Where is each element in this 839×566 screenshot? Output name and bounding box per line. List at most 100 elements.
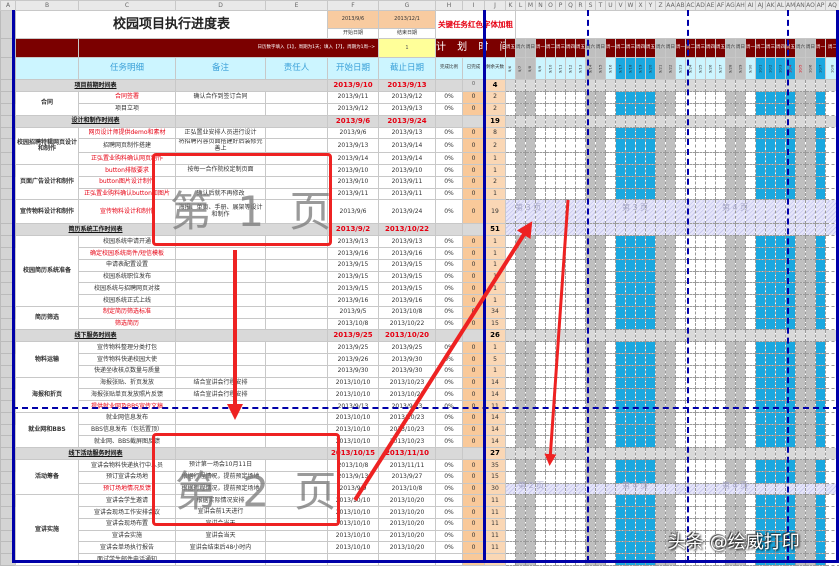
gantt-cell[interactable] [535,282,546,296]
gantt-cell[interactable] [675,506,686,519]
gantt-cell[interactable] [645,341,656,355]
gantt-cell[interactable] [525,138,536,154]
section-done[interactable] [462,329,485,343]
gantt-cell[interactable] [565,459,576,472]
gantt-cell[interactable] [535,91,546,104]
gantt-cell[interactable] [805,341,816,355]
task-done[interactable]: 0 [462,411,485,425]
gantt-cell[interactable] [745,270,756,284]
task-remaining[interactable]: 30 [484,482,506,496]
gantt-cell[interactable] [725,329,736,343]
gantt-cell[interactable] [625,187,636,201]
gantt-cell[interactable] [505,388,516,402]
gantt-cell[interactable] [735,247,746,260]
gantt-cell[interactable] [535,187,546,201]
gantt-cell[interactable] [815,423,826,437]
gantt-cell[interactable] [655,411,666,425]
gantt-cell[interactable] [615,447,626,461]
gantt-cell[interactable] [525,305,536,319]
gantt-cell[interactable] [545,400,556,413]
task-remaining[interactable]: 14 [484,376,506,390]
gantt-cell[interactable] [775,459,786,472]
gantt-cell[interactable] [735,138,746,154]
section-start[interactable]: 2013/9/10 [327,79,379,92]
task-note[interactable] [175,553,266,566]
gantt-cell[interactable] [705,541,716,555]
gantt-cell[interactable] [625,235,636,249]
gantt-cell[interactable] [805,114,816,128]
gantt-cell[interactable] [755,187,766,201]
gantt-cell[interactable] [505,247,516,260]
gantt-cell[interactable] [795,364,806,378]
task-percent[interactable]: 0% [435,199,463,225]
gantt-cell[interactable] [505,294,516,307]
task-owner[interactable] [265,164,328,177]
gantt-cell[interactable] [795,223,806,237]
gantt-cell[interactable] [695,235,706,249]
gantt-cell[interactable] [515,329,526,343]
column-letter[interactable]: AM [785,0,796,11]
gantt-cell[interactable] [795,482,806,496]
gantt-cell[interactable] [595,187,606,201]
gantt-cell[interactable] [555,152,566,166]
gantt-cell[interactable] [735,353,746,366]
gantt-cell[interactable] [765,187,776,201]
gantt-cell[interactable] [545,175,556,189]
gantt-cell[interactable] [805,102,816,116]
gantt-cell[interactable] [815,114,826,128]
gantt-cell[interactable] [635,235,646,249]
gantt-cell[interactable] [705,494,716,508]
gantt-cell[interactable] [595,494,606,508]
task-name[interactable]: button排版要求 [78,164,176,177]
gantt-cell[interactable] [795,126,806,140]
task-percent[interactable]: 0% [435,164,463,177]
column-letter[interactable]: AI [745,0,756,11]
gantt-cell[interactable] [825,175,839,189]
gantt-cell[interactable] [655,102,666,116]
task-name[interactable]: button图片设计制作 [78,175,176,189]
task-start[interactable]: 2013/9/15 [327,258,379,272]
gantt-cell[interactable] [745,126,756,140]
task-end[interactable]: 2013/9/15 [378,270,436,284]
gantt-cell[interactable] [815,138,826,154]
task-group[interactable]: 校园招聘特辑网页设计和制作 [15,126,79,166]
gantt-cell[interactable] [675,187,686,201]
gantt-cell[interactable] [575,114,586,128]
gantt-cell[interactable] [545,388,556,402]
column-letter[interactable]: V [615,0,626,11]
gantt-cell[interactable] [655,175,666,189]
gantt-cell[interactable] [665,223,676,237]
gantt-cell[interactable] [635,541,646,555]
task-note[interactable] [175,364,266,378]
gantt-cell[interactable] [675,126,686,140]
gantt-cell[interactable] [615,376,626,390]
column-letter[interactable]: AJ [755,0,766,11]
gantt-cell[interactable] [765,329,776,343]
task-end[interactable]: 2013/9/30 [378,353,436,366]
gantt-cell[interactable] [615,164,626,177]
gantt-cell[interactable] [565,199,576,225]
task-percent[interactable]: 0% [435,235,463,249]
gantt-cell[interactable] [775,235,786,249]
gantt-cell[interactable] [675,102,686,116]
gantt-cell[interactable] [695,187,706,201]
gantt-cell[interactable] [535,270,546,284]
gantt-cell[interactable] [635,258,646,272]
gantt-cell[interactable] [645,541,656,555]
gantt-cell[interactable] [555,388,566,402]
gantt-cell[interactable] [655,494,666,508]
gantt-cell[interactable] [745,282,756,296]
gantt-cell[interactable] [715,102,726,116]
gantt-cell[interactable] [825,114,839,128]
task-remaining[interactable]: 14 [484,411,506,425]
gantt-cell[interactable] [765,305,776,319]
column-letter[interactable]: U [605,0,616,11]
gantt-cell[interactable] [575,470,586,484]
gantt-cell[interactable] [555,175,566,189]
gantt-cell[interactable] [565,553,576,566]
gantt-cell[interactable] [515,102,526,116]
gantt-cell[interactable] [815,388,826,402]
gantt-cell[interactable] [545,282,556,296]
gantt-cell[interactable] [545,541,556,555]
gantt-cell[interactable] [825,400,839,413]
